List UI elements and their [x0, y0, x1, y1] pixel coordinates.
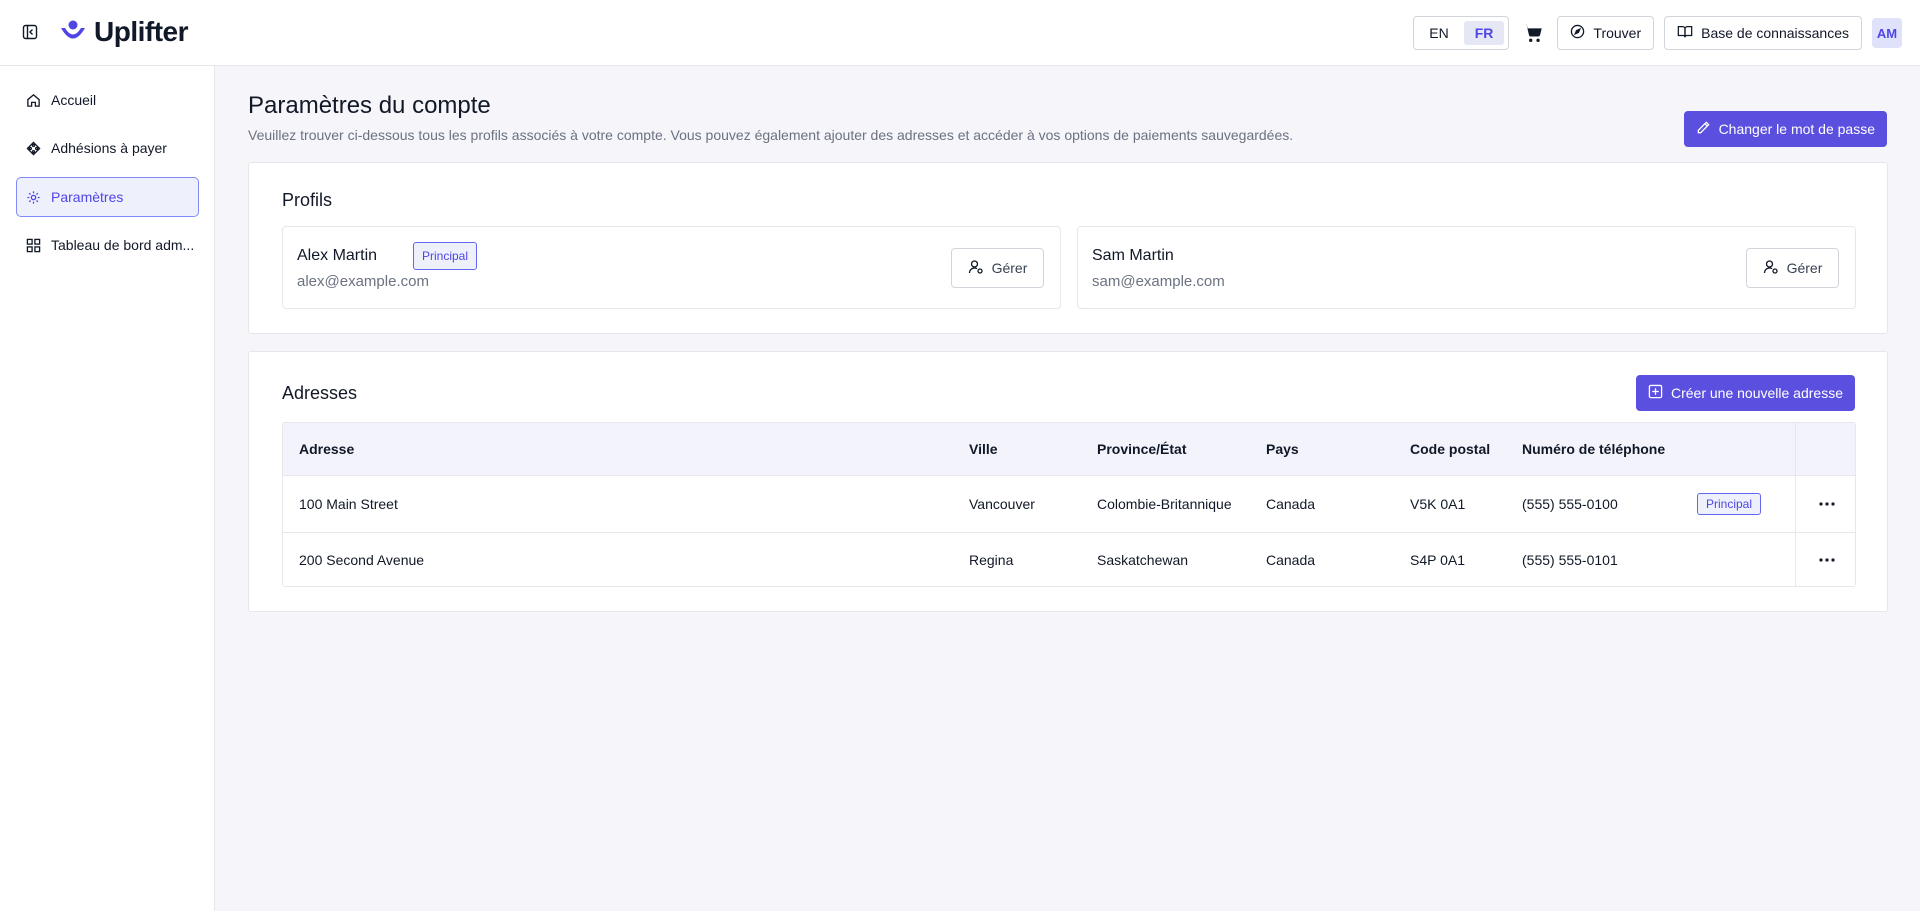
profile-email: sam@example.com: [1092, 273, 1225, 290]
sidebar-item-label: Adhésions à payer: [51, 140, 167, 156]
sidebar-item-label: Tableau de bord adm...: [51, 237, 195, 253]
language-toggle: EN FR: [1413, 16, 1510, 50]
table-row: 100 Main Street Vancouver Colombie-Brita…: [283, 476, 1855, 533]
manage-label: Gérer: [991, 260, 1028, 276]
change-password-label: Changer le mot de passe: [1718, 121, 1875, 137]
addresses-title: Adresses: [282, 383, 358, 403]
sidebar-item-home[interactable]: Accueil: [16, 80, 199, 120]
find-button-label: Trouver: [1593, 25, 1642, 41]
cell-country: Canada: [1266, 496, 1316, 512]
home-icon: [25, 92, 41, 108]
plus-square-icon: [1648, 384, 1663, 402]
top-header: Uplifter EN FR Trouver Base de connaissa…: [0, 0, 1920, 66]
sidebar: Accueil Adhésions à payer Paramètres Tab…: [0, 66, 215, 911]
addresses-table: Adresse Ville Province/État Pays Code po…: [282, 422, 1856, 587]
find-button[interactable]: Trouver: [1557, 16, 1655, 50]
dashboard-icon: [25, 237, 41, 253]
table-row: 200 Second Avenue Regina Saskatchewan Ca…: [283, 533, 1855, 586]
column-header-postal: Code postal: [1410, 441, 1491, 457]
cell-city: Regina: [969, 551, 1014, 568]
manage-profile-button[interactable]: Gérer: [1746, 248, 1839, 288]
profile-name: Sam Martin: [1092, 247, 1174, 264]
column-header-province: Province/État: [1097, 441, 1187, 457]
cell-postal: V5K 0A1: [1410, 496, 1466, 512]
user-settings-icon: [1763, 259, 1779, 278]
profiles-title: Profils: [282, 190, 333, 210]
sidebar-item-label: Paramètres: [51, 189, 124, 205]
cell-province: Saskatchewan: [1097, 551, 1189, 568]
more-options-icon[interactable]: [1815, 548, 1839, 572]
cell-address: 100 Main Street: [299, 496, 398, 512]
avatar[interactable]: AM: [1872, 18, 1902, 48]
addresses-card: Adresses Créer une nouvelle adresse Adre…: [248, 351, 1888, 612]
book-icon: [1677, 24, 1693, 42]
cell-phone: (555) 555-0101: [1522, 551, 1618, 568]
page-subtitle: Veuillez trouver ci-dessous tous les pro…: [248, 127, 1294, 143]
column-header-address: Adresse: [299, 441, 355, 457]
gear-icon: [25, 189, 41, 205]
cell-address: 200 Second Avenue: [299, 551, 425, 568]
profile-email: alex@example.com: [297, 273, 429, 290]
change-password-button[interactable]: Changer le mot de passe: [1683, 111, 1887, 147]
page-title: Paramètres du compte: [248, 92, 491, 119]
profile-card: Sam Martin sam@example.com Gérer: [1077, 226, 1856, 309]
cell-postal: S4P 0A1: [1410, 551, 1466, 568]
cell-actions: [1795, 533, 1857, 586]
profile-card: Alex Martin Principal alex@example.com G…: [282, 226, 1061, 309]
cart-icon[interactable]: [1519, 19, 1547, 47]
table-header-row: Adresse Ville Province/État Pays Code po…: [283, 423, 1855, 476]
manage-profile-button[interactable]: Gérer: [951, 248, 1044, 288]
cell-country: Canada: [1266, 551, 1316, 568]
brand-logo[interactable]: Uplifter: [58, 14, 189, 50]
cell-phone: (555) 555-0100: [1522, 496, 1618, 512]
sidebar-toggle-icon[interactable]: [20, 22, 40, 42]
knowledge-base-button[interactable]: Base de connaissances: [1664, 16, 1862, 50]
column-header-city: Ville: [969, 441, 998, 457]
sidebar-item-label: Accueil: [51, 92, 97, 108]
primary-badge: Principal: [413, 242, 478, 270]
manage-label: Gérer: [1786, 260, 1823, 276]
main-content: Paramètres du compte Veuillez trouver ci…: [215, 66, 1920, 911]
profile-name: Alex Martin: [297, 247, 378, 264]
cell-badge: Principal: [1697, 476, 1762, 532]
cell-city: Vancouver: [969, 496, 1035, 512]
create-address-label: Créer une nouvelle adresse: [1671, 385, 1843, 401]
language-option-fr[interactable]: FR: [1463, 21, 1505, 45]
create-address-button[interactable]: Créer une nouvelle adresse: [1636, 375, 1855, 411]
sidebar-item-memberships[interactable]: Adhésions à payer: [16, 128, 199, 168]
header-actions: EN FR Trouver Base de connaissances AM: [1413, 16, 1902, 50]
uplifter-logo-icon: [61, 20, 85, 39]
more-options-icon[interactable]: [1815, 492, 1839, 516]
column-header-actions: [1795, 423, 1857, 475]
brand-name: Uplifter: [94, 16, 189, 47]
knowledge-base-label: Base de connaissances: [1701, 25, 1849, 41]
cell-actions: [1795, 476, 1857, 532]
tag-icon: [25, 140, 41, 156]
language-option-en[interactable]: EN: [1418, 21, 1459, 45]
user-settings-icon: [968, 259, 984, 278]
cell-province: Colombie-Britannique: [1097, 496, 1232, 512]
column-header-phone: Numéro de téléphone: [1522, 441, 1666, 457]
pencil-icon: [1696, 120, 1711, 138]
column-header-country: Pays: [1266, 441, 1299, 457]
sidebar-item-admin-dashboard[interactable]: Tableau de bord adm...: [16, 225, 199, 265]
primary-badge: Principal: [1697, 493, 1762, 515]
sidebar-item-settings[interactable]: Paramètres: [16, 177, 199, 217]
compass-icon: [1570, 24, 1585, 42]
profiles-card: Profils Alex Martin Principal alex@examp…: [248, 162, 1888, 334]
